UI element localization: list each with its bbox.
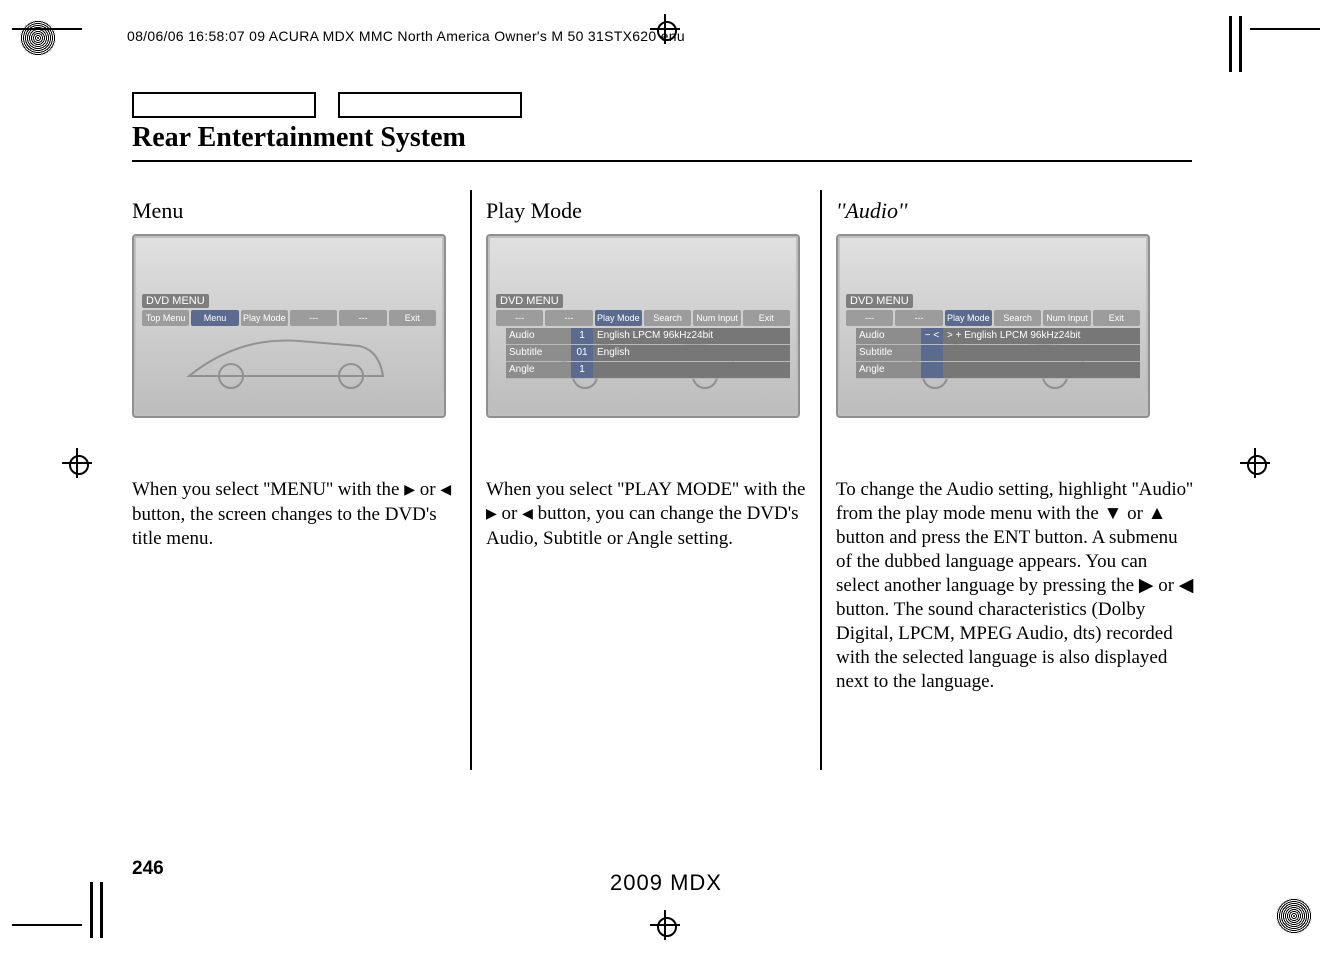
screen-tab: Search	[994, 310, 1041, 326]
screen-tab: Exit	[1093, 310, 1140, 326]
screen-title: DVD MENU	[142, 294, 209, 308]
option-label: Subtitle	[856, 345, 921, 361]
screen-tab: ---	[339, 310, 386, 326]
screen-tab: Num Input	[693, 310, 740, 326]
crop-mark-right	[1240, 448, 1270, 478]
option-row: Subtitle	[856, 345, 1140, 362]
screen-title: DVD MENU	[846, 294, 913, 308]
section-title: Rear Entertainment System	[132, 122, 466, 154]
dvd-screenshot-audio: DVD MENU --- --- Play Mode Search Num In…	[836, 234, 1150, 418]
column-heading: Menu	[132, 198, 460, 224]
dvd-screenshot-menu: DVD MENU Top Menu Menu Play Mode --- ---…	[132, 234, 446, 418]
option-value	[943, 362, 1140, 378]
column-body: When you select ''MENU'' with the ▶ or ◀…	[132, 478, 460, 551]
option-value	[593, 362, 790, 378]
option-row: Audio− <> + English LPCM 96kHz24bit	[856, 328, 1140, 345]
option-value	[943, 345, 1140, 361]
option-value: > + English LPCM 96kHz24bit	[943, 328, 1140, 344]
column-heading: ''Audio''	[836, 198, 1194, 224]
trim-bar	[1239, 16, 1242, 72]
page: 08/06/06 16:58:07 09 ACURA MDX MMC North…	[0, 0, 1332, 954]
trim-bar	[12, 28, 82, 30]
screen-tab: Play Mode	[945, 310, 992, 326]
screen-tab: Top Menu	[142, 310, 189, 326]
trim-bar	[12, 924, 82, 926]
option-num: 1	[571, 362, 593, 378]
dvd-screenshot-play-mode: DVD MENU --- --- Play Mode Search Num In…	[486, 234, 800, 418]
screen-tab: ---	[496, 310, 543, 326]
option-row: Subtitle01English	[506, 345, 790, 362]
column-menu: Menu DVD MENU Top Menu Menu Play Mode --…	[132, 198, 460, 551]
screen-option-rows: Audio1English LPCM 96kHz24bit Subtitle01…	[506, 328, 790, 379]
option-row: Angle1	[506, 362, 790, 379]
screen-tab-row: --- --- Play Mode Search Num Input Exit	[846, 310, 1140, 326]
option-label: Subtitle	[506, 345, 571, 361]
column-divider	[820, 190, 822, 770]
option-row: Angle	[856, 362, 1140, 379]
option-num: − <	[921, 328, 943, 344]
trim-bar	[1250, 28, 1320, 30]
column-play-mode: Play Mode DVD MENU --- --- Play Mode Sea…	[486, 198, 814, 551]
screen-tab: Play Mode	[241, 310, 288, 326]
option-num	[921, 362, 943, 378]
right-arrow-icon: ▶	[404, 479, 415, 503]
column-body: To change the Audio setting, highlight '…	[836, 478, 1194, 694]
text-run: When you select ''PLAY MODE'' with the	[486, 479, 805, 500]
option-num: 01	[571, 345, 593, 361]
text-run: or	[415, 479, 440, 500]
text-run: button, the screen changes to the DVD's …	[132, 504, 437, 549]
registration-bullseye-top-left	[20, 20, 56, 56]
option-label: Angle	[506, 362, 571, 378]
column-divider	[470, 190, 472, 770]
option-label: Angle	[856, 362, 921, 378]
text-run: When you select ''MENU'' with the	[132, 479, 404, 500]
screen-tab: Menu	[191, 310, 238, 326]
left-arrow-icon: ◀	[440, 479, 451, 503]
screen-tab: Exit	[389, 310, 436, 326]
screen-tab-row: Top Menu Menu Play Mode --- --- Exit	[142, 310, 436, 326]
screen-tab: ---	[290, 310, 337, 326]
screen-option-rows: Audio− <> + English LPCM 96kHz24bit Subt…	[856, 328, 1140, 379]
column-body: When you select ''PLAY MODE'' with the ▶…	[486, 478, 814, 551]
screen-tab: Num Input	[1043, 310, 1090, 326]
option-label: Audio	[856, 328, 921, 344]
trim-bar	[1229, 16, 1232, 72]
option-num	[921, 345, 943, 361]
crop-mark-bottom	[650, 910, 680, 940]
crop-mark-left	[62, 448, 92, 478]
text-run: or	[497, 503, 522, 524]
option-label: Audio	[506, 328, 571, 344]
right-arrow-icon: ▶	[486, 503, 497, 527]
screen-tab: Exit	[743, 310, 790, 326]
running-header: 08/06/06 16:58:07 09 ACURA MDX MMC North…	[127, 28, 685, 44]
screen-tab: ---	[545, 310, 592, 326]
screen-tab: Play Mode	[595, 310, 642, 326]
screen-tab: Search	[644, 310, 691, 326]
registration-bullseye-bottom-right	[1276, 898, 1312, 934]
column-audio: ''Audio'' DVD MENU --- --- Play Mode Sea…	[836, 198, 1194, 694]
tab-outline	[338, 92, 522, 118]
tab-outline	[132, 92, 316, 118]
footer-model: 2009 MDX	[0, 870, 1332, 896]
option-value: English LPCM 96kHz24bit	[593, 328, 790, 344]
screen-tab: ---	[846, 310, 893, 326]
screen-title: DVD MENU	[496, 294, 563, 308]
option-value: English	[593, 345, 790, 361]
column-heading: Play Mode	[486, 198, 814, 224]
option-row: Audio1English LPCM 96kHz24bit	[506, 328, 790, 345]
left-arrow-icon: ◀	[522, 503, 533, 527]
title-rule	[132, 160, 1192, 162]
screen-tab: ---	[895, 310, 942, 326]
screen-tab-row: --- --- Play Mode Search Num Input Exit	[496, 310, 790, 326]
option-num: 1	[571, 328, 593, 344]
